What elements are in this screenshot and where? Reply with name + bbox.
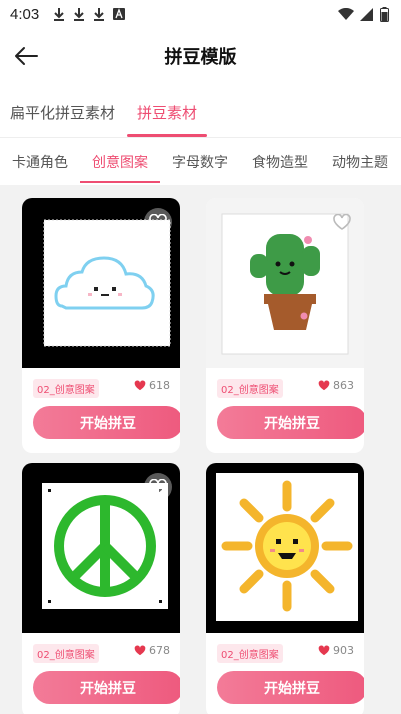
tab-cartoon-characters[interactable]: 卡通角色 xyxy=(12,152,68,172)
tab-flat-bead-materials[interactable]: 扁平化拼豆素材 xyxy=(10,102,115,123)
like-count: 678 xyxy=(134,644,170,657)
top-app-bar: 拼豆模版 xyxy=(0,28,401,84)
like-count-value: 863 xyxy=(333,379,354,392)
heart-outline-icon xyxy=(149,214,167,230)
heart-outline-icon xyxy=(333,214,351,230)
page-title: 拼豆模版 xyxy=(164,47,237,68)
tab-creative-patterns[interactable]: 创意图案 xyxy=(92,152,148,172)
download-icon xyxy=(74,8,85,21)
like-count: 863 xyxy=(318,379,354,392)
template-card[interactable]: 02_创意图案 678 开始拼豆 xyxy=(22,463,180,714)
download-icon xyxy=(54,8,65,21)
heart-filled-icon xyxy=(134,380,146,391)
favorite-button[interactable] xyxy=(144,473,172,501)
category-tag: 02_创意图案 xyxy=(33,644,99,663)
tab-animal-themes[interactable]: 动物主题 xyxy=(332,152,388,172)
like-count: 618 xyxy=(134,379,170,392)
heart-outline-icon xyxy=(149,479,167,495)
status-bar: 4:03 xyxy=(0,0,401,28)
start-beading-button[interactable]: 开始拼豆 xyxy=(217,671,364,704)
template-card[interactable]: 02_创意图案 863 开始拼豆 xyxy=(206,198,364,453)
heart-filled-icon xyxy=(134,645,146,656)
signal-icon xyxy=(360,7,373,21)
like-count-value: 618 xyxy=(149,379,170,392)
battery-icon xyxy=(380,6,389,22)
tab-food-shapes[interactable]: 食物造型 xyxy=(252,152,308,172)
category-tabs: 卡通角色 创意图案 字母数字 食物造型 动物主题 xyxy=(0,140,401,184)
like-count-value: 678 xyxy=(149,644,170,657)
favorite-button[interactable] xyxy=(144,208,172,236)
tab-letters-numbers[interactable]: 字母数字 xyxy=(172,152,228,172)
start-beading-button[interactable]: 开始拼豆 xyxy=(217,406,364,439)
tab-active-indicator xyxy=(127,134,207,137)
status-time: 4:03 xyxy=(10,5,40,23)
start-beading-button[interactable]: 开始拼豆 xyxy=(33,406,180,439)
download-icon xyxy=(94,8,105,21)
heart-filled-icon xyxy=(318,645,330,656)
like-count-value: 903 xyxy=(333,644,354,657)
heart-filled-icon xyxy=(318,380,330,391)
font-icon xyxy=(113,8,126,20)
start-beading-button[interactable]: 开始拼豆 xyxy=(33,671,180,704)
template-card[interactable]: 02_创意图案 903 开始拼豆 xyxy=(206,463,364,714)
category-tag: 02_创意图案 xyxy=(217,644,283,663)
favorite-button[interactable] xyxy=(328,473,356,501)
template-grid: 02_创意图案 618 开始拼豆 02_创意图案 863 开始拼豆 02_创意图… xyxy=(0,185,401,714)
tab-active-indicator xyxy=(80,181,160,183)
heart-outline-icon xyxy=(333,479,351,495)
category-tag: 02_创意图案 xyxy=(33,379,99,398)
like-count: 903 xyxy=(318,644,354,657)
tab-bead-materials[interactable]: 拼豆素材 xyxy=(137,102,197,123)
favorite-button[interactable] xyxy=(328,208,356,236)
primary-tabs: 扁平化拼豆素材 拼豆素材 xyxy=(0,88,401,138)
category-tag: 02_创意图案 xyxy=(217,379,283,398)
template-card[interactable]: 02_创意图案 618 开始拼豆 xyxy=(22,198,180,453)
wifi-icon xyxy=(338,7,354,20)
back-arrow-icon[interactable] xyxy=(12,42,40,70)
